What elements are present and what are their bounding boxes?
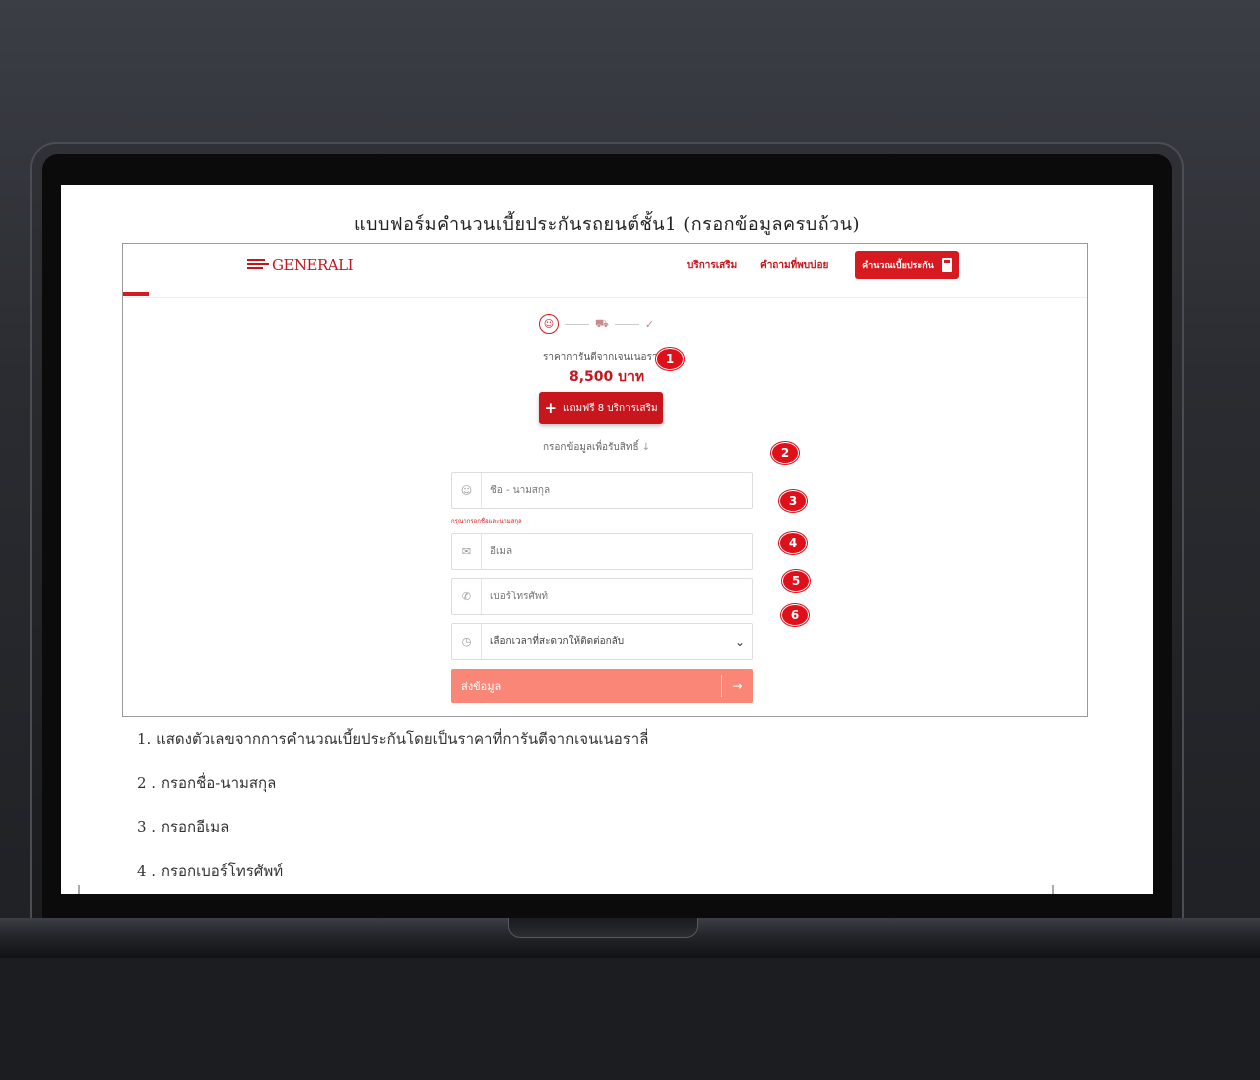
form-screenshot: GENERALI บริการเสริม คำถามที่พบบ่อย คำนว…: [122, 243, 1088, 717]
annotation-badge-1: 1: [656, 348, 684, 370]
site-header: GENERALI บริการเสริม คำถามที่พบบ่อย คำนว…: [123, 244, 1087, 298]
page-edge-mark: [78, 885, 80, 894]
name-input[interactable]: [482, 485, 752, 496]
free-services-label: แถมฟรี 8 บริการเสริม: [563, 402, 658, 414]
check-icon: ✓: [644, 317, 655, 331]
arrow-down-icon: ↓: [641, 442, 651, 453]
note-item: 4 . กรอกเบอร์โทรศัพท์: [137, 862, 284, 880]
lion-logo-icon: [247, 258, 269, 272]
step-divider: [614, 323, 639, 325]
nav-services[interactable]: บริการเสริม: [687, 258, 737, 273]
email-field[interactable]: ✉: [451, 533, 753, 570]
annotation-badge-6: 6: [781, 604, 809, 626]
laptop-screen: แบบฟอร์มคำนวนเบี้ยประกันรถยนต์ชั้น1 (กรอ…: [61, 185, 1153, 894]
nav-faq[interactable]: คำถามที่พบบ่อย: [760, 258, 828, 273]
email-input[interactable]: [482, 546, 752, 557]
phone-field[interactable]: ✆: [451, 578, 753, 615]
name-error: กรุณากรอกชื่อและนามสกุล: [451, 518, 522, 525]
user-icon: ☺: [452, 473, 482, 508]
contact-time-select[interactable]: ◷ เลือกเวลาที่สะดวกให้ติดต่อกลับ ⌄: [451, 623, 753, 660]
annotation-badge-2: 2: [771, 442, 799, 464]
annotation-badge-3: 3: [779, 490, 807, 512]
note-item: 2 . กรอกชื่อ-นามสกุล: [137, 774, 277, 792]
free-services-button[interactable]: + แถมฟรี 8 บริการเสริม: [539, 392, 663, 424]
note-item: 1. แสดงตัวเลขจากการคำนวณเบี้ยประกันโดยเป…: [137, 730, 649, 748]
name-field[interactable]: ☺: [451, 472, 753, 509]
contact-time-value: เลือกเวลาที่สะดวกให้ติดต่อกลับ: [490, 636, 625, 647]
progress-steps: ☺ ⛟ ✓: [539, 314, 654, 334]
laptop-notch: [508, 918, 698, 938]
price-value: 8,500 บาท: [569, 369, 645, 385]
person-icon: ☺: [539, 314, 559, 334]
active-tab-indicator: [123, 292, 149, 296]
note-item: 3 . กรอกอีเมล: [137, 818, 230, 836]
phone-icon: ✆: [452, 579, 482, 614]
submit-button[interactable]: ส่งข้อมูล →: [451, 669, 753, 703]
plus-icon: +: [544, 399, 558, 417]
notes-list: 1. แสดงตัวเลขจากการคำนวณเบี้ยประกันโดยเป…: [137, 727, 648, 894]
annotation-badge-4: 4: [779, 532, 807, 554]
phone-input[interactable]: [482, 591, 752, 602]
car-icon: ⛟: [595, 316, 609, 330]
step-divider: [565, 323, 589, 325]
page-title: แบบฟอร์มคำนวนเบี้ยประกันรถยนต์ชั้น1 (กรอ…: [353, 214, 861, 235]
fill-hint: กรอกข้อมูลเพื่อรับสิทธิ์ ↓: [543, 442, 651, 453]
arrow-right-icon: →: [721, 675, 753, 697]
laptop-shadow: [0, 958, 1260, 1080]
envelope-icon: ✉: [452, 534, 482, 569]
generali-logo[interactable]: GENERALI: [247, 256, 354, 274]
annotation-badge-5: 5: [782, 570, 810, 592]
price-label: ราคาการันตีจากเจนเนอราลี่: [543, 352, 664, 363]
calculate-premium-button[interactable]: คำนวณเบี้ยประกัน: [855, 251, 959, 279]
submit-label: ส่งข้อมูล: [461, 680, 502, 693]
page-edge-mark: [1052, 885, 1054, 894]
logo-text: GENERALI: [272, 256, 354, 274]
chevron-down-icon: ⌄: [734, 634, 746, 649]
cta-label: คำนวณเบี้ยประกัน: [862, 261, 934, 271]
clock-icon: ◷: [452, 624, 482, 659]
calculator-icon: [941, 258, 952, 272]
